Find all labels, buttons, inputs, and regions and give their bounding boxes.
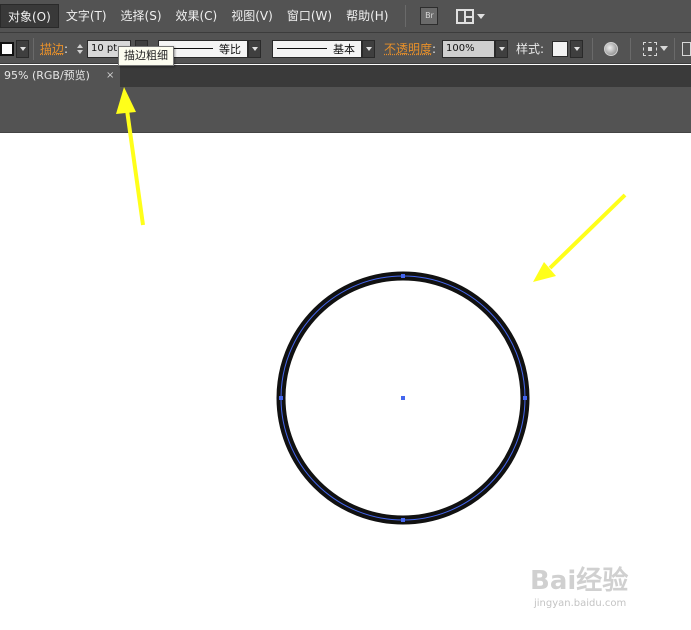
control-separator bbox=[674, 38, 675, 60]
spinner-up-icon[interactable] bbox=[77, 43, 83, 48]
graphic-style-swatch[interactable] bbox=[552, 40, 568, 57]
control-separator bbox=[592, 38, 593, 60]
document-tab-bar: 95% (RGB/预览) × bbox=[0, 65, 691, 87]
stroke-swatch[interactable] bbox=[0, 41, 14, 56]
menu-bar: 对象(O) 文字(T) 选择(S) 效果(C) 视图(V) 窗口(W) 帮助(H… bbox=[0, 0, 691, 33]
document-tab-title: 95% (RGB/预览) bbox=[4, 69, 90, 82]
menu-type[interactable]: 文字(T) bbox=[59, 4, 114, 28]
stroke-color-control[interactable] bbox=[0, 33, 29, 64]
chevron-down-icon bbox=[660, 46, 668, 51]
watermark-logo: Bai经验 bbox=[530, 566, 629, 596]
transform-icon[interactable] bbox=[682, 41, 691, 56]
recolor-artwork-icon[interactable] bbox=[604, 41, 618, 56]
menu-effect[interactable]: 效果(C) bbox=[169, 4, 225, 28]
opacity-dropdown[interactable] bbox=[495, 39, 508, 58]
dropdown-arrow-icon bbox=[573, 46, 580, 51]
control-separator bbox=[33, 38, 34, 60]
stroke-color-dropdown[interactable] bbox=[16, 39, 29, 58]
profile-dropdown[interactable] bbox=[248, 39, 261, 58]
artboard-canvas[interactable] bbox=[0, 134, 691, 630]
document-tab[interactable]: 95% (RGB/预览) bbox=[0, 65, 120, 87]
menu-view[interactable]: 视图(V) bbox=[224, 4, 280, 28]
stroke-weight-spinner[interactable] bbox=[73, 40, 87, 58]
opacity-label[interactable]: 不透明度 bbox=[384, 40, 432, 57]
menu-window[interactable]: 窗口(W) bbox=[280, 4, 339, 28]
brush-line-preview bbox=[277, 48, 327, 49]
layout-grid-icon bbox=[456, 8, 475, 24]
bridge-button[interactable]: Br bbox=[420, 7, 439, 25]
dropdown-arrow-icon bbox=[365, 46, 372, 51]
spinner-down-icon[interactable] bbox=[77, 49, 83, 54]
brush-dropdown[interactable] bbox=[362, 39, 375, 58]
brush-label: 基本 bbox=[333, 42, 355, 56]
menu-help[interactable]: 帮助(H) bbox=[339, 4, 395, 28]
watermark: Bai经验 jingyan.baidu.com bbox=[530, 560, 680, 620]
menu-select[interactable]: 选择(S) bbox=[114, 4, 169, 28]
chevron-down-icon bbox=[477, 13, 486, 19]
align-icon[interactable] bbox=[643, 41, 657, 56]
dropdown-arrow-icon bbox=[251, 46, 258, 51]
dropdown-arrow-icon bbox=[498, 46, 505, 51]
stroke-weight-tooltip: 描边粗细 bbox=[118, 46, 174, 66]
profile-label: 等比 bbox=[219, 42, 241, 56]
style-dropdown[interactable] bbox=[570, 39, 583, 58]
watermark-url: jingyan.baidu.com bbox=[534, 598, 627, 609]
opacity-input[interactable]: 100% bbox=[442, 39, 495, 58]
stroke-label[interactable]: 描边 bbox=[40, 40, 64, 57]
close-icon[interactable]: × bbox=[106, 65, 114, 87]
style-label: 样式 bbox=[516, 42, 541, 56]
brush-definition[interactable]: 基本 bbox=[272, 39, 362, 58]
menu-object[interactable]: 对象(O) bbox=[0, 4, 59, 28]
pasteboard bbox=[0, 87, 691, 133]
menu-separator bbox=[405, 5, 407, 27]
control-bar: 描边: 10 pt 等比 基本 不透明度: 100% 样式: bbox=[0, 33, 691, 64]
control-separator bbox=[630, 38, 631, 60]
dropdown-arrow-icon bbox=[19, 46, 26, 51]
workspace-switcher[interactable] bbox=[456, 8, 486, 24]
